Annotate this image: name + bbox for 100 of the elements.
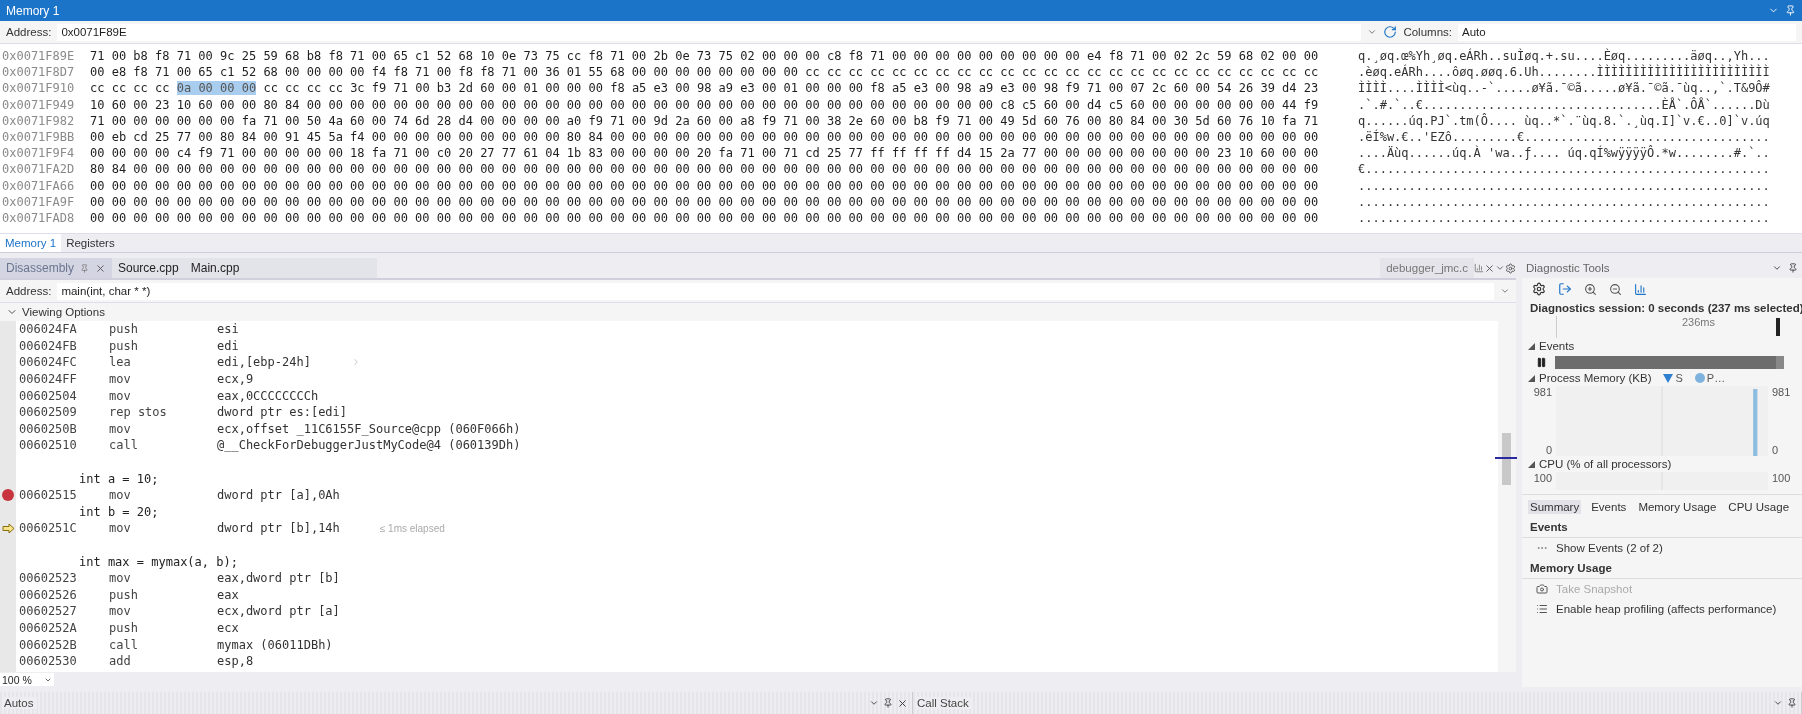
columns-label: Columns: bbox=[1403, 26, 1452, 38]
mnemonic: add bbox=[109, 654, 132, 669]
operands: @__CheckForDebuggerJustMyCode@4 (060139Dh) bbox=[217, 438, 521, 453]
zoom-out-icon[interactable] bbox=[1609, 282, 1622, 296]
mnemonic: mov bbox=[109, 372, 132, 387]
hex-bytes: 00 00 00 00 c4 f9 71 00 00 00 00 00 18 fa 71 00 c0 20 27 77 61 04 1b 83 00 00 00 00 20 fa 71 00 71 cd 25 77 ff ff ff ff d4 15 2a 77 00 00 00 00 00 00 00 00 23 10 60 00 00 bbox=[90, 146, 1319, 161]
instruction-address: 00602504 bbox=[19, 388, 78, 403]
section-heading[interactable]: Events bbox=[1539, 340, 1575, 352]
viewing-options[interactable]: Viewing Options bbox=[22, 306, 105, 318]
memory-address: 0x0071F910 bbox=[1, 81, 76, 96]
address-field[interactable]: 0x0071F89E bbox=[57, 23, 1362, 41]
mnemonic: push bbox=[109, 621, 139, 635]
pin-icon[interactable] bbox=[1785, 5, 1796, 16]
legend-label: P… bbox=[1706, 372, 1726, 384]
address-label: Address: bbox=[6, 26, 52, 38]
instruction-address: 006024FA bbox=[19, 322, 78, 337]
axis-label: 981 bbox=[1772, 386, 1791, 398]
hex-bytes: 80 84 00 00 00 00 00 00 00 00 00 00 00 00 00 00 00 00 00 00 00 00 00 00 00 00 00 00 00 00 00 00 00 00 00 00 00 00 00 00 00 00 00 00 00 00 00 00 00 00 00 00 00 00 00 00 00 bbox=[90, 162, 1319, 177]
chart-icon[interactable] bbox=[1634, 282, 1647, 296]
action-link[interactable]: Show Events (2 of 2) bbox=[1522, 538, 1802, 558]
operands: esi bbox=[217, 322, 239, 337]
hex-bytes: 71 00 b8 f8 71 00 9c 25 59 68 b8 f8 71 00 65 c1 52 68 10 0e 73 75 cc f8 71 00 2b 0e 73 75 02 00 00 00 c8 f8 71 00 00 00 00 00 00 00 00 00 e4 f8 71 00 02 2c 59 68 02 00 00 bbox=[90, 49, 1319, 64]
source-line: int a = 10; bbox=[78, 471, 159, 486]
ascii-text: .`.#.`..€.................................ÈÅ`.ÔÅ`......Dù bbox=[1358, 97, 1770, 112]
instruction-address: 006024FB bbox=[19, 338, 78, 353]
tool-tab[interactable]: Summary bbox=[1528, 500, 1582, 514]
axis-label: 0 bbox=[1545, 444, 1552, 456]
address-label: Address: bbox=[6, 285, 52, 297]
section-heading[interactable]: Process Memory (KB) bbox=[1539, 372, 1652, 384]
pin-icon[interactable] bbox=[1788, 263, 1798, 273]
memory-address: 0x0071F982 bbox=[1, 113, 76, 128]
hex-bytes: 10 60 00 23 10 60 00 00 80 84 00 00 00 00 00 00 00 00 00 00 00 00 00 00 00 00 00 00 00 00 00 00 00 00 00 00 00 00 00 00 00 00 c8 c5 60 00 d4 c5 60 00 00 00 00 00 00 44 f9 bbox=[90, 97, 1319, 112]
zoom-in-icon[interactable] bbox=[1584, 282, 1597, 296]
export-icon[interactable] bbox=[1558, 282, 1572, 296]
instruction-address: 006024FF bbox=[19, 372, 78, 387]
memory-address: 0x0071F9BB bbox=[1, 130, 76, 145]
panel-tab[interactable]: Registers bbox=[61, 234, 120, 252]
instruction-address: 00602510 bbox=[19, 438, 78, 453]
operands: eax,0CCCCCCCCh bbox=[217, 388, 319, 403]
memory-address: 0x0071F8D7 bbox=[1, 65, 76, 80]
dropdown-icon[interactable] bbox=[1495, 263, 1505, 273]
dropdown-icon[interactable] bbox=[1773, 698, 1783, 708]
mnemonic: mov bbox=[109, 488, 132, 503]
dropdown-icon[interactable] bbox=[1367, 27, 1378, 37]
hex-bytes: cc cc cc cc bbox=[90, 81, 170, 96]
document-tab[interactable]: Source.cpp bbox=[112, 258, 185, 278]
pin-icon[interactable] bbox=[80, 263, 89, 273]
operands: ecx,dword ptr [a] bbox=[217, 604, 340, 619]
zoom-dropdown[interactable]: 100 % bbox=[0, 673, 54, 686]
tool-tab[interactable]: CPU Usage bbox=[1726, 500, 1792, 514]
close-icon[interactable] bbox=[897, 697, 908, 709]
mnemonic: push bbox=[109, 322, 139, 337]
axis-label: 100 bbox=[1772, 472, 1791, 484]
instruction-address: 00602509 bbox=[19, 405, 78, 420]
document-tab[interactable]: Main.cpp bbox=[184, 258, 377, 278]
elapsed-hint: ≤ 1ms elapsed bbox=[379, 522, 445, 534]
memory-address: 0x0071F949 bbox=[1, 97, 76, 112]
action-link[interactable]: Enable heap profiling (affects performance) bbox=[1522, 599, 1802, 619]
operands: edi,[ebp-24h] bbox=[217, 355, 311, 370]
instruction-address: 00602515 bbox=[19, 488, 78, 503]
hex-bytes: cc cc cc cc 3c f9 71 00 b3 2d 60 00 01 00 00 00 f8 a5 e3 00 98 a9 e3 00 01 00 00 00 f8 a5 e3 00 98 a9 e3 00 98 f9 71 00 07 2c 60 00 54 26 39 d4 23 bbox=[263, 81, 1319, 96]
hex-bytes: 00 e8 f8 71 00 65 c1 52 68 00 00 00 00 f4 f8 71 00 f8 f8 71 00 36 01 55 68 00 00 00 00 00 00 00 00 cc cc cc cc cc cc cc cc cc cc cc cc cc cc cc cc cc cc cc cc cc cc cc cc bbox=[90, 65, 1319, 80]
tool-tab[interactable]: Events bbox=[1589, 500, 1629, 514]
dropdown-icon[interactable] bbox=[869, 698, 879, 708]
instruction-address: 00602526 bbox=[19, 587, 78, 602]
expander-icon[interactable] bbox=[1528, 374, 1535, 382]
operands: edi bbox=[217, 338, 239, 353]
columns-field[interactable]: Auto bbox=[1458, 23, 1796, 41]
operands: ecx,offset _11C6155F_Source@cpp (060F066h) bbox=[217, 421, 521, 436]
dropdown-icon[interactable] bbox=[1772, 263, 1782, 273]
hex-bytes: 00 00 00 00 00 00 00 00 00 00 00 00 00 00 00 00 00 00 00 00 00 00 00 00 00 00 00 00 00 00 00 00 00 00 00 00 00 00 00 00 00 00 00 00 00 00 00 00 00 00 00 00 00 00 00 00 00 bbox=[90, 210, 1319, 225]
memory-address: 0x0071FAD8 bbox=[1, 210, 76, 225]
triangle-icon bbox=[1663, 373, 1674, 383]
operands: dword ptr es:[edi] bbox=[217, 405, 348, 420]
tool-tab[interactable]: Memory Usage bbox=[1636, 500, 1719, 514]
selected-bytes: 0a 00 00 00 bbox=[176, 81, 257, 96]
pin-icon[interactable] bbox=[1787, 698, 1797, 708]
panel-tab[interactable]: Memory 1 bbox=[0, 234, 62, 252]
close-icon[interactable] bbox=[95, 262, 106, 274]
address-field[interactable]: main(int, char * *) bbox=[57, 282, 1494, 300]
close-icon[interactable] bbox=[1484, 262, 1495, 274]
refresh-icon[interactable] bbox=[1383, 25, 1398, 39]
hex-bytes: 00 00 00 00 00 00 00 00 00 00 00 00 00 00 00 00 00 00 00 00 00 00 00 00 00 00 00 00 00 00 00 00 00 00 00 00 00 00 00 00 00 00 00 00 00 00 00 00 00 00 00 00 00 00 00 00 00 bbox=[90, 178, 1319, 193]
document-tab[interactable]: debugger_jmc.c bbox=[1380, 258, 1474, 278]
expander-icon[interactable] bbox=[1528, 460, 1535, 468]
operands: ecx bbox=[217, 621, 239, 635]
memory-address: 0x0071F9F4 bbox=[1, 146, 76, 161]
mnemonic: rep stos bbox=[109, 405, 168, 420]
dropdown-icon[interactable] bbox=[1500, 286, 1510, 296]
instruction-address: 0060252B bbox=[19, 637, 78, 652]
memory-address: 0x0071F89E bbox=[1, 49, 76, 64]
list-icon bbox=[1536, 603, 1548, 615]
section-heading[interactable]: CPU (% of all processors) bbox=[1539, 458, 1672, 470]
expander-icon[interactable] bbox=[1528, 342, 1535, 350]
breakpoint-icon[interactable] bbox=[2, 489, 14, 502]
axis-label: 0 bbox=[1772, 444, 1779, 456]
settings-icon[interactable] bbox=[1532, 282, 1546, 296]
pin-icon[interactable] bbox=[883, 698, 893, 708]
scrollbar[interactable] bbox=[1498, 321, 1516, 672]
hex-bytes: 00 00 00 00 00 00 00 00 00 00 00 00 00 00 00 00 00 00 00 00 00 00 00 00 00 00 00 00 00 00 00 00 00 00 00 00 00 00 00 00 00 00 00 00 00 00 00 00 00 00 00 00 00 00 00 00 00 bbox=[90, 194, 1319, 209]
